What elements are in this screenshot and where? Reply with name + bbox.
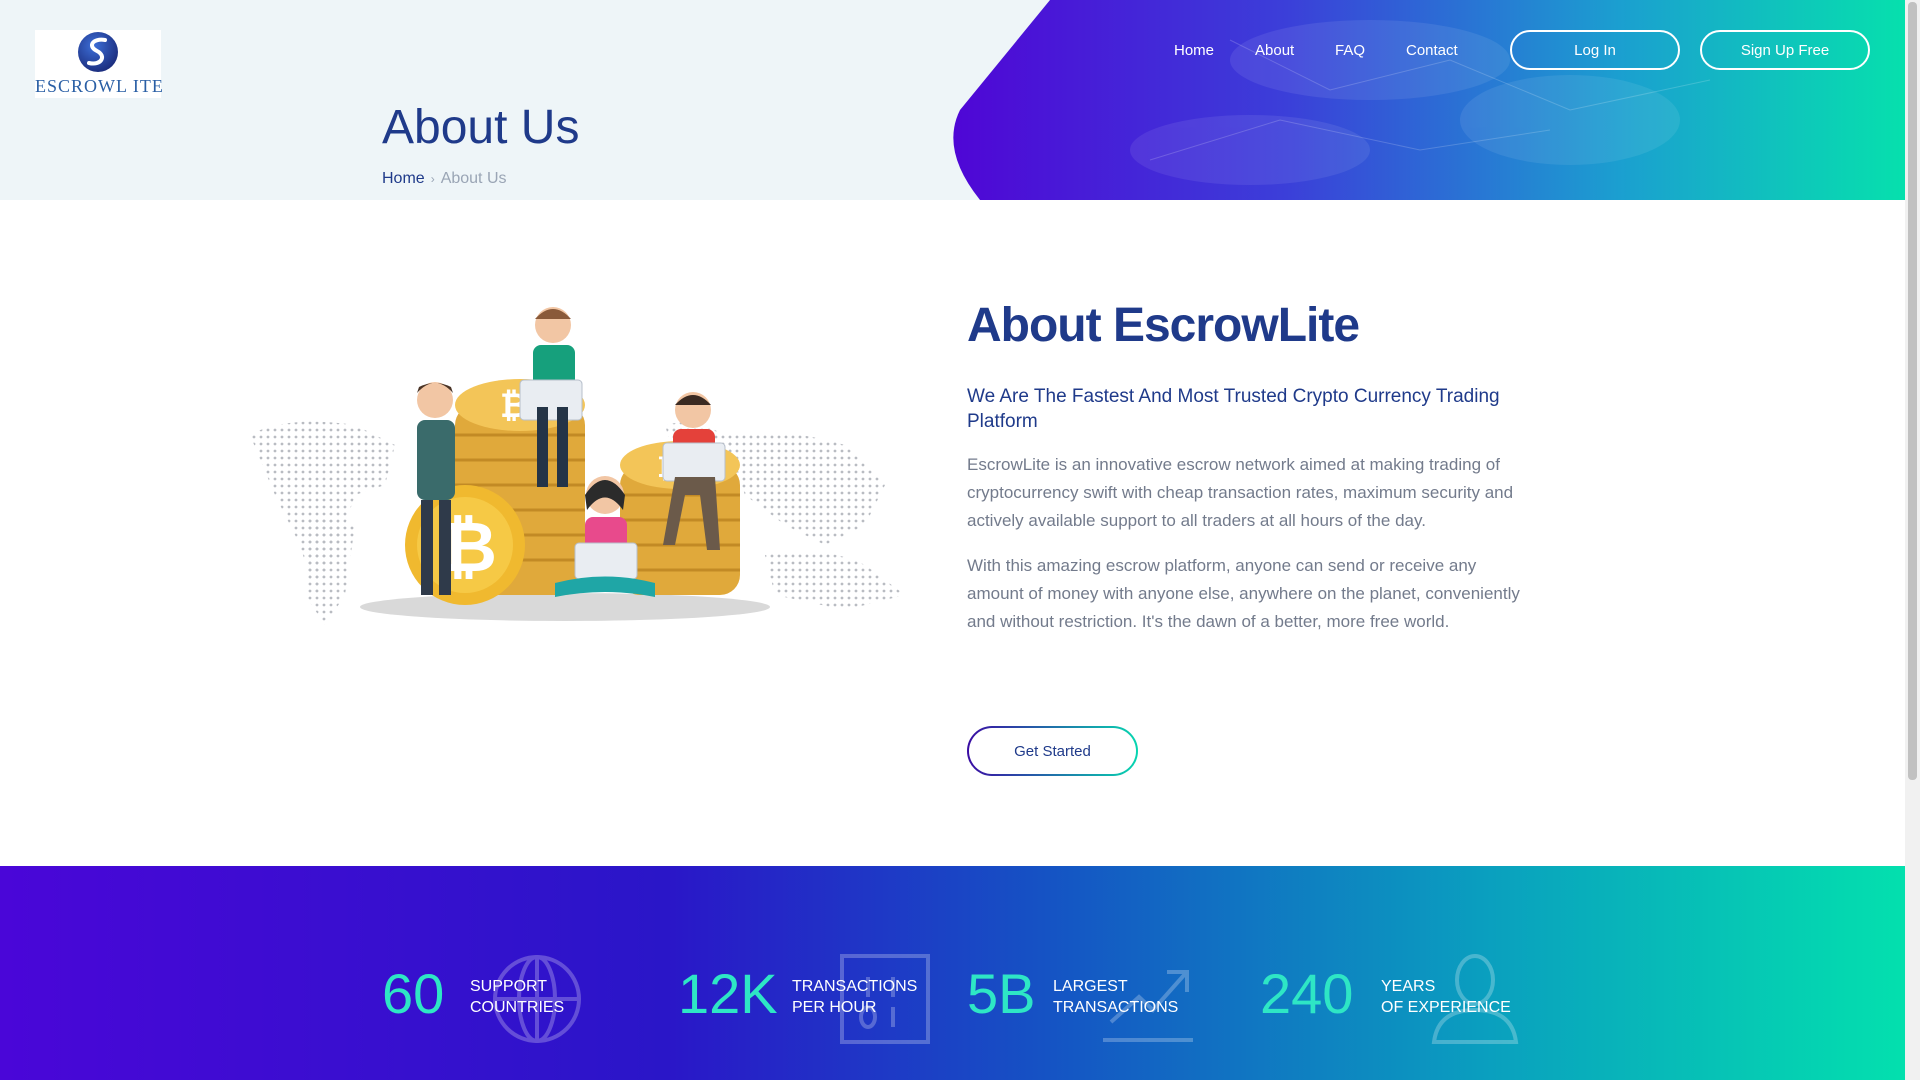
stats-band: 60 SUPPORT COUNTRIES 12K TRANSACTIONS PE… xyxy=(0,866,1905,1080)
stat-label-line2: OF EXPERIENCE xyxy=(1381,999,1511,1016)
stat-years-experience: 240 YEARS OF EXPERIENCE xyxy=(1260,954,1540,1044)
about-paragraph-1: EscrowLite is an innovative escrow netwo… xyxy=(967,455,1514,530)
page-title: About Us xyxy=(382,101,580,154)
stat-label-line1: SUPPORT xyxy=(470,978,548,995)
scrollbar-thumb[interactable] xyxy=(1908,2,1917,780)
logo-text: ESCROWL ITE xyxy=(35,76,164,96)
about-paragraph-2: With this amazing escrow platform, anyon… xyxy=(967,556,1520,631)
signup-button[interactable]: Sign Up Free xyxy=(1700,30,1870,70)
stat-label-line1: LARGEST xyxy=(1053,978,1128,995)
nav-contact[interactable]: Contact xyxy=(1406,42,1458,59)
stat-countries: 60 SUPPORT COUNTRIES xyxy=(382,955,632,1043)
breadcrumb-chevron-icon: › xyxy=(430,172,435,186)
breadcrumb-home-link[interactable]: Home xyxy=(382,170,425,188)
stat-label: YEARS OF EXPERIENCE xyxy=(1381,976,1511,1018)
stat-value: 240 xyxy=(1260,962,1354,1025)
page-scrollbar[interactable] xyxy=(1905,0,1920,1080)
stat-label-line2: COUNTRIES xyxy=(470,999,565,1016)
login-button[interactable]: Log In xyxy=(1510,30,1680,70)
stat-label-line2: TRANSACTIONS xyxy=(1053,999,1179,1016)
stat-transactions-per-hour: 12K TRANSACTIONS PER HOUR xyxy=(678,954,938,1044)
nav-about[interactable]: About xyxy=(1255,42,1294,59)
nav-home[interactable]: Home xyxy=(1174,42,1214,59)
nav-faq[interactable]: FAQ xyxy=(1335,42,1365,59)
logo-emblem-icon xyxy=(78,32,118,72)
about-subheading: We Are The Fastest And Most Trusted Cryp… xyxy=(967,386,1500,432)
breadcrumb-current: About Us xyxy=(440,170,507,187)
breadcrumb: Home › About Us xyxy=(382,170,507,188)
crypto-team-illustration: ₿ ₿ ₿ xyxy=(250,307,905,625)
stat-label-line2: PER HOUR xyxy=(792,999,877,1016)
page-header: ESCROWL ITE Home About FAQ Contact Log I… xyxy=(0,0,1905,200)
stat-largest-transactions: 5B LARGEST TRANSACTIONS xyxy=(967,962,1207,1042)
stat-label-line1: TRANSACTIONS xyxy=(792,978,918,995)
logo[interactable]: ESCROWL ITE xyxy=(35,30,164,98)
about-heading: About EscrowLite xyxy=(967,299,1360,352)
stat-label: LARGEST TRANSACTIONS xyxy=(1053,976,1178,1018)
stat-label-line1: YEARS xyxy=(1381,978,1436,995)
stat-value: 12K xyxy=(678,962,778,1025)
get-started-button[interactable]: Get Started xyxy=(967,726,1138,776)
stat-value: 60 xyxy=(382,962,445,1025)
stat-label: SUPPORT COUNTRIES xyxy=(470,976,564,1018)
stat-value: 5B xyxy=(967,962,1036,1025)
stat-label: TRANSACTIONS PER HOUR xyxy=(792,976,917,1018)
